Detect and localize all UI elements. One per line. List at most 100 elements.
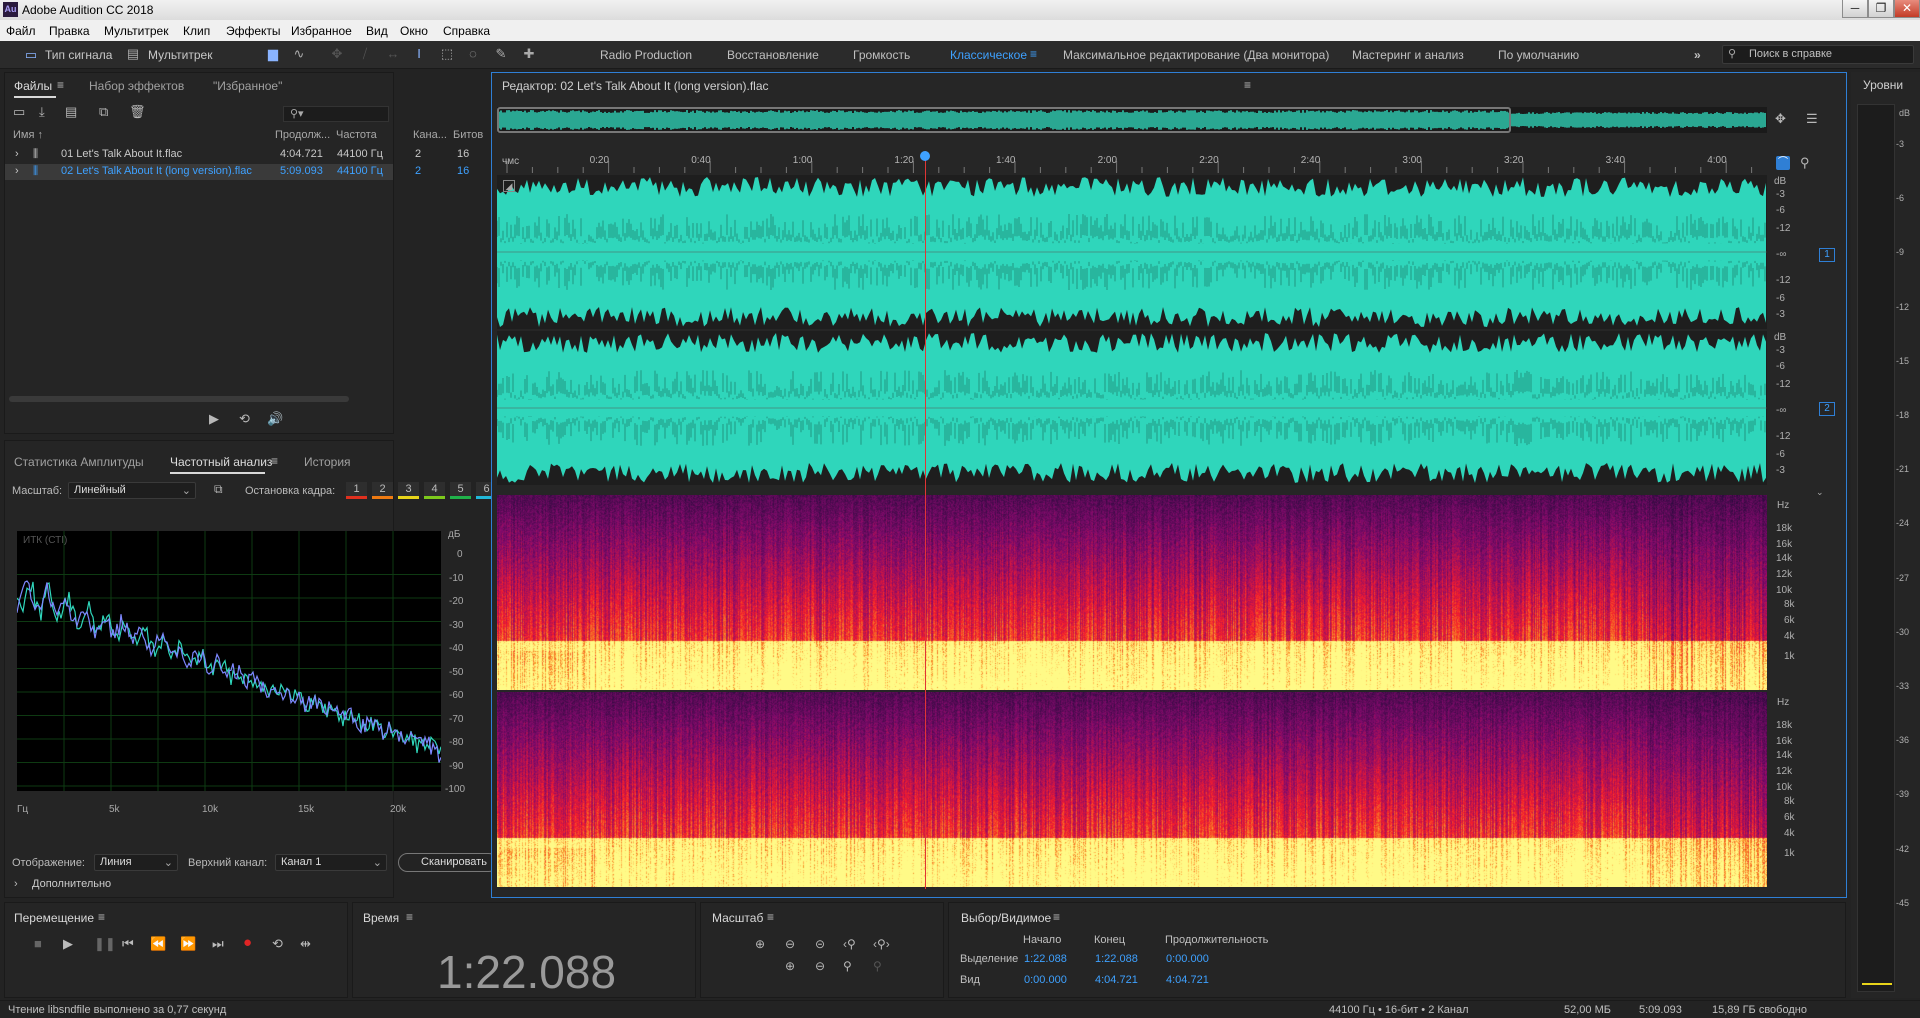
waveform-channel-2[interactable]	[496, 331, 1767, 485]
waveform-channel-1[interactable]	[496, 175, 1767, 329]
import-file-icon[interactable]: ⤓	[39, 104, 45, 120]
view-duration[interactable]: 4:04.721	[1166, 974, 1209, 986]
preview-autoplay-icon[interactable]: 🔊	[267, 411, 283, 427]
playhead-handle[interactable]	[919, 151, 930, 161]
zoom-out-amplitude-icon[interactable]: ⊖	[785, 937, 795, 951]
selection-menu-icon[interactable]: ≡	[1053, 910, 1060, 924]
skip-selection-icon[interactable]: ⇹	[300, 936, 311, 952]
snap-icon[interactable]: ⌒	[1776, 156, 1790, 170]
spectral-display-icon[interactable]: ▆	[264, 46, 282, 62]
zoom-in-left-icon[interactable]: ‹⚲	[843, 937, 856, 951]
view-end[interactable]: 4:04.721	[1095, 974, 1138, 986]
col-bits[interactable]: Битов	[453, 129, 483, 141]
brush-tool-icon[interactable]: ✎	[492, 46, 510, 62]
workspace-restoration[interactable]: Восстановление	[727, 48, 819, 62]
zoom-in-amplitude-icon[interactable]: ⊕	[755, 937, 765, 951]
pitch-display-icon[interactable]: ∿	[290, 46, 308, 62]
menu-window[interactable]: Окно	[400, 24, 428, 38]
selection-start[interactable]: 1:22.088	[1024, 953, 1067, 965]
zoom-in-right-icon[interactable]: ‹⚲›	[873, 937, 890, 951]
expand-icon[interactable]: ›	[15, 148, 19, 160]
menu-help[interactable]: Справка	[443, 24, 490, 38]
selection-duration[interactable]: 0:00.000	[1166, 953, 1209, 965]
menu-clip[interactable]: Клип	[183, 24, 210, 38]
menu-view[interactable]: Вид	[366, 24, 388, 38]
workspace-menu-icon[interactable]: ≡	[1030, 47, 1037, 61]
table-row[interactable]: › ⫼ 02 Let's Talk About It (long version…	[5, 164, 469, 180]
tab-favorites[interactable]: "Избранное"	[213, 79, 282, 93]
files-scrollbar[interactable]	[9, 396, 349, 402]
workspace-radio-production[interactable]: Radio Production	[600, 48, 692, 62]
tab-effects-rack[interactable]: Набор эффектов	[89, 79, 184, 93]
zoom-in-time-icon[interactable]: ⊕	[785, 959, 795, 973]
marquee-tool-icon[interactable]: ⬚	[438, 46, 456, 62]
tab-history[interactable]: История	[304, 455, 351, 469]
slip-tool-icon[interactable]: ↔	[384, 46, 402, 62]
tab-files[interactable]: Файлы	[14, 79, 52, 93]
workspace-default[interactable]: По умолчанию	[1498, 48, 1579, 62]
scan-button[interactable]: Сканировать	[398, 853, 498, 872]
waveform-view-button[interactable]: Тип сигнала	[45, 48, 112, 62]
tab-amplitude-statistics[interactable]: Статистика Амплитуды	[14, 455, 144, 469]
hold-button-1[interactable]: 1	[346, 482, 367, 499]
zoom-selection-icon[interactable]: ⚲	[843, 959, 852, 973]
healing-tool-icon[interactable]: ✚	[520, 46, 538, 62]
zoom-selected-track-icon[interactable]: ⚲	[873, 959, 882, 973]
menu-effects[interactable]: Эффекты	[226, 24, 281, 38]
insert-file-icon[interactable]: ⧉	[99, 104, 108, 120]
overview-menu-icon[interactable]: ☰	[1806, 111, 1818, 127]
table-row[interactable]: › ⫼ 01 Let's Talk About It.flac 4:04.721…	[5, 147, 469, 162]
delete-file-icon[interactable]: 🗑	[129, 104, 146, 120]
analysis-menu-icon[interactable]: ≡	[271, 454, 278, 468]
go-start-icon[interactable]: ⏮	[122, 936, 134, 952]
advanced-chevron-icon[interactable]: ›	[14, 878, 18, 890]
hold-button-5[interactable]: 5	[450, 482, 471, 499]
spectrogram-collapse-icon[interactable]: ⌄	[1816, 487, 1824, 498]
files-panel-menu-icon[interactable]: ≡	[57, 78, 64, 92]
channel-badge-1[interactable]: 1	[1819, 248, 1835, 262]
loop-icon[interactable]: ⟲	[272, 936, 283, 952]
razor-tool-icon[interactable]: ⧸	[356, 46, 374, 62]
channel-badge-2[interactable]: 2	[1819, 402, 1835, 416]
time-menu-icon[interactable]: ≡	[406, 910, 413, 924]
files-search-input[interactable]: ⚲▾	[283, 106, 389, 122]
menu-favorites[interactable]: Избранное	[291, 24, 352, 38]
overview-bar[interactable]	[496, 107, 1767, 133]
minimize-button[interactable]: ─	[1842, 0, 1868, 18]
workspace-mastering[interactable]: Мастеринг и анализ	[1352, 48, 1464, 62]
move-tool-icon[interactable]: ✥	[328, 46, 346, 62]
zoom-out-time-icon[interactable]: ⊖	[815, 959, 825, 973]
pause-icon[interactable]: ❚❚	[94, 936, 116, 952]
workspace-max-editing[interactable]: Максимальное редактирование (Два монитор…	[1063, 48, 1329, 62]
go-end-icon[interactable]: ⏭	[212, 936, 224, 952]
zoom-out-full-icon[interactable]: ⊝	[815, 937, 825, 951]
tab-frequency-analysis[interactable]: Частотный анализ	[170, 455, 272, 469]
hold-button-3[interactable]: 3	[398, 482, 419, 499]
scale-dropdown[interactable]: Линейный ⌄	[68, 482, 196, 499]
close-button[interactable]: ✕	[1894, 0, 1920, 18]
workspace-loudness[interactable]: Громкость	[853, 48, 910, 62]
playhead[interactable]	[924, 151, 926, 889]
hold-button-4[interactable]: 4	[424, 482, 445, 499]
spectrogram-channel-2[interactable]	[497, 692, 1767, 887]
lasso-tool-icon[interactable]: ◌	[464, 46, 482, 62]
transport-menu-icon[interactable]: ≡	[98, 910, 105, 924]
record-icon[interactable]: ●	[243, 934, 252, 951]
time-selection-tool-icon[interactable]: I	[410, 46, 428, 62]
menu-file[interactable]: Файл	[6, 24, 36, 38]
more-workspaces-icon[interactable]: »	[1694, 48, 1701, 62]
zoom-menu-icon[interactable]: ≡	[767, 910, 774, 924]
marker-pin-icon[interactable]: ⚲	[1800, 155, 1810, 171]
advanced-label[interactable]: Дополнительно	[32, 878, 111, 890]
workspace-classic[interactable]: Классическое	[950, 48, 1027, 62]
maximize-button[interactable]: ❐	[1868, 0, 1894, 18]
stop-icon[interactable]: ■	[34, 936, 42, 951]
zoom-navigator-icon[interactable]: ✥	[1775, 111, 1786, 127]
channel-dropdown[interactable]: Канал 1 ⌄	[275, 854, 387, 871]
hud-icon[interactable]: ◢	[503, 180, 515, 192]
time-ruler[interactable]	[497, 155, 1767, 173]
new-file-icon[interactable]: ▤	[65, 104, 77, 120]
help-search[interactable]: ⚲ Поиск в справке	[1722, 45, 1914, 64]
selection-end[interactable]: 1:22.088	[1095, 953, 1138, 965]
editor-menu-icon[interactable]: ≡	[1244, 78, 1251, 92]
